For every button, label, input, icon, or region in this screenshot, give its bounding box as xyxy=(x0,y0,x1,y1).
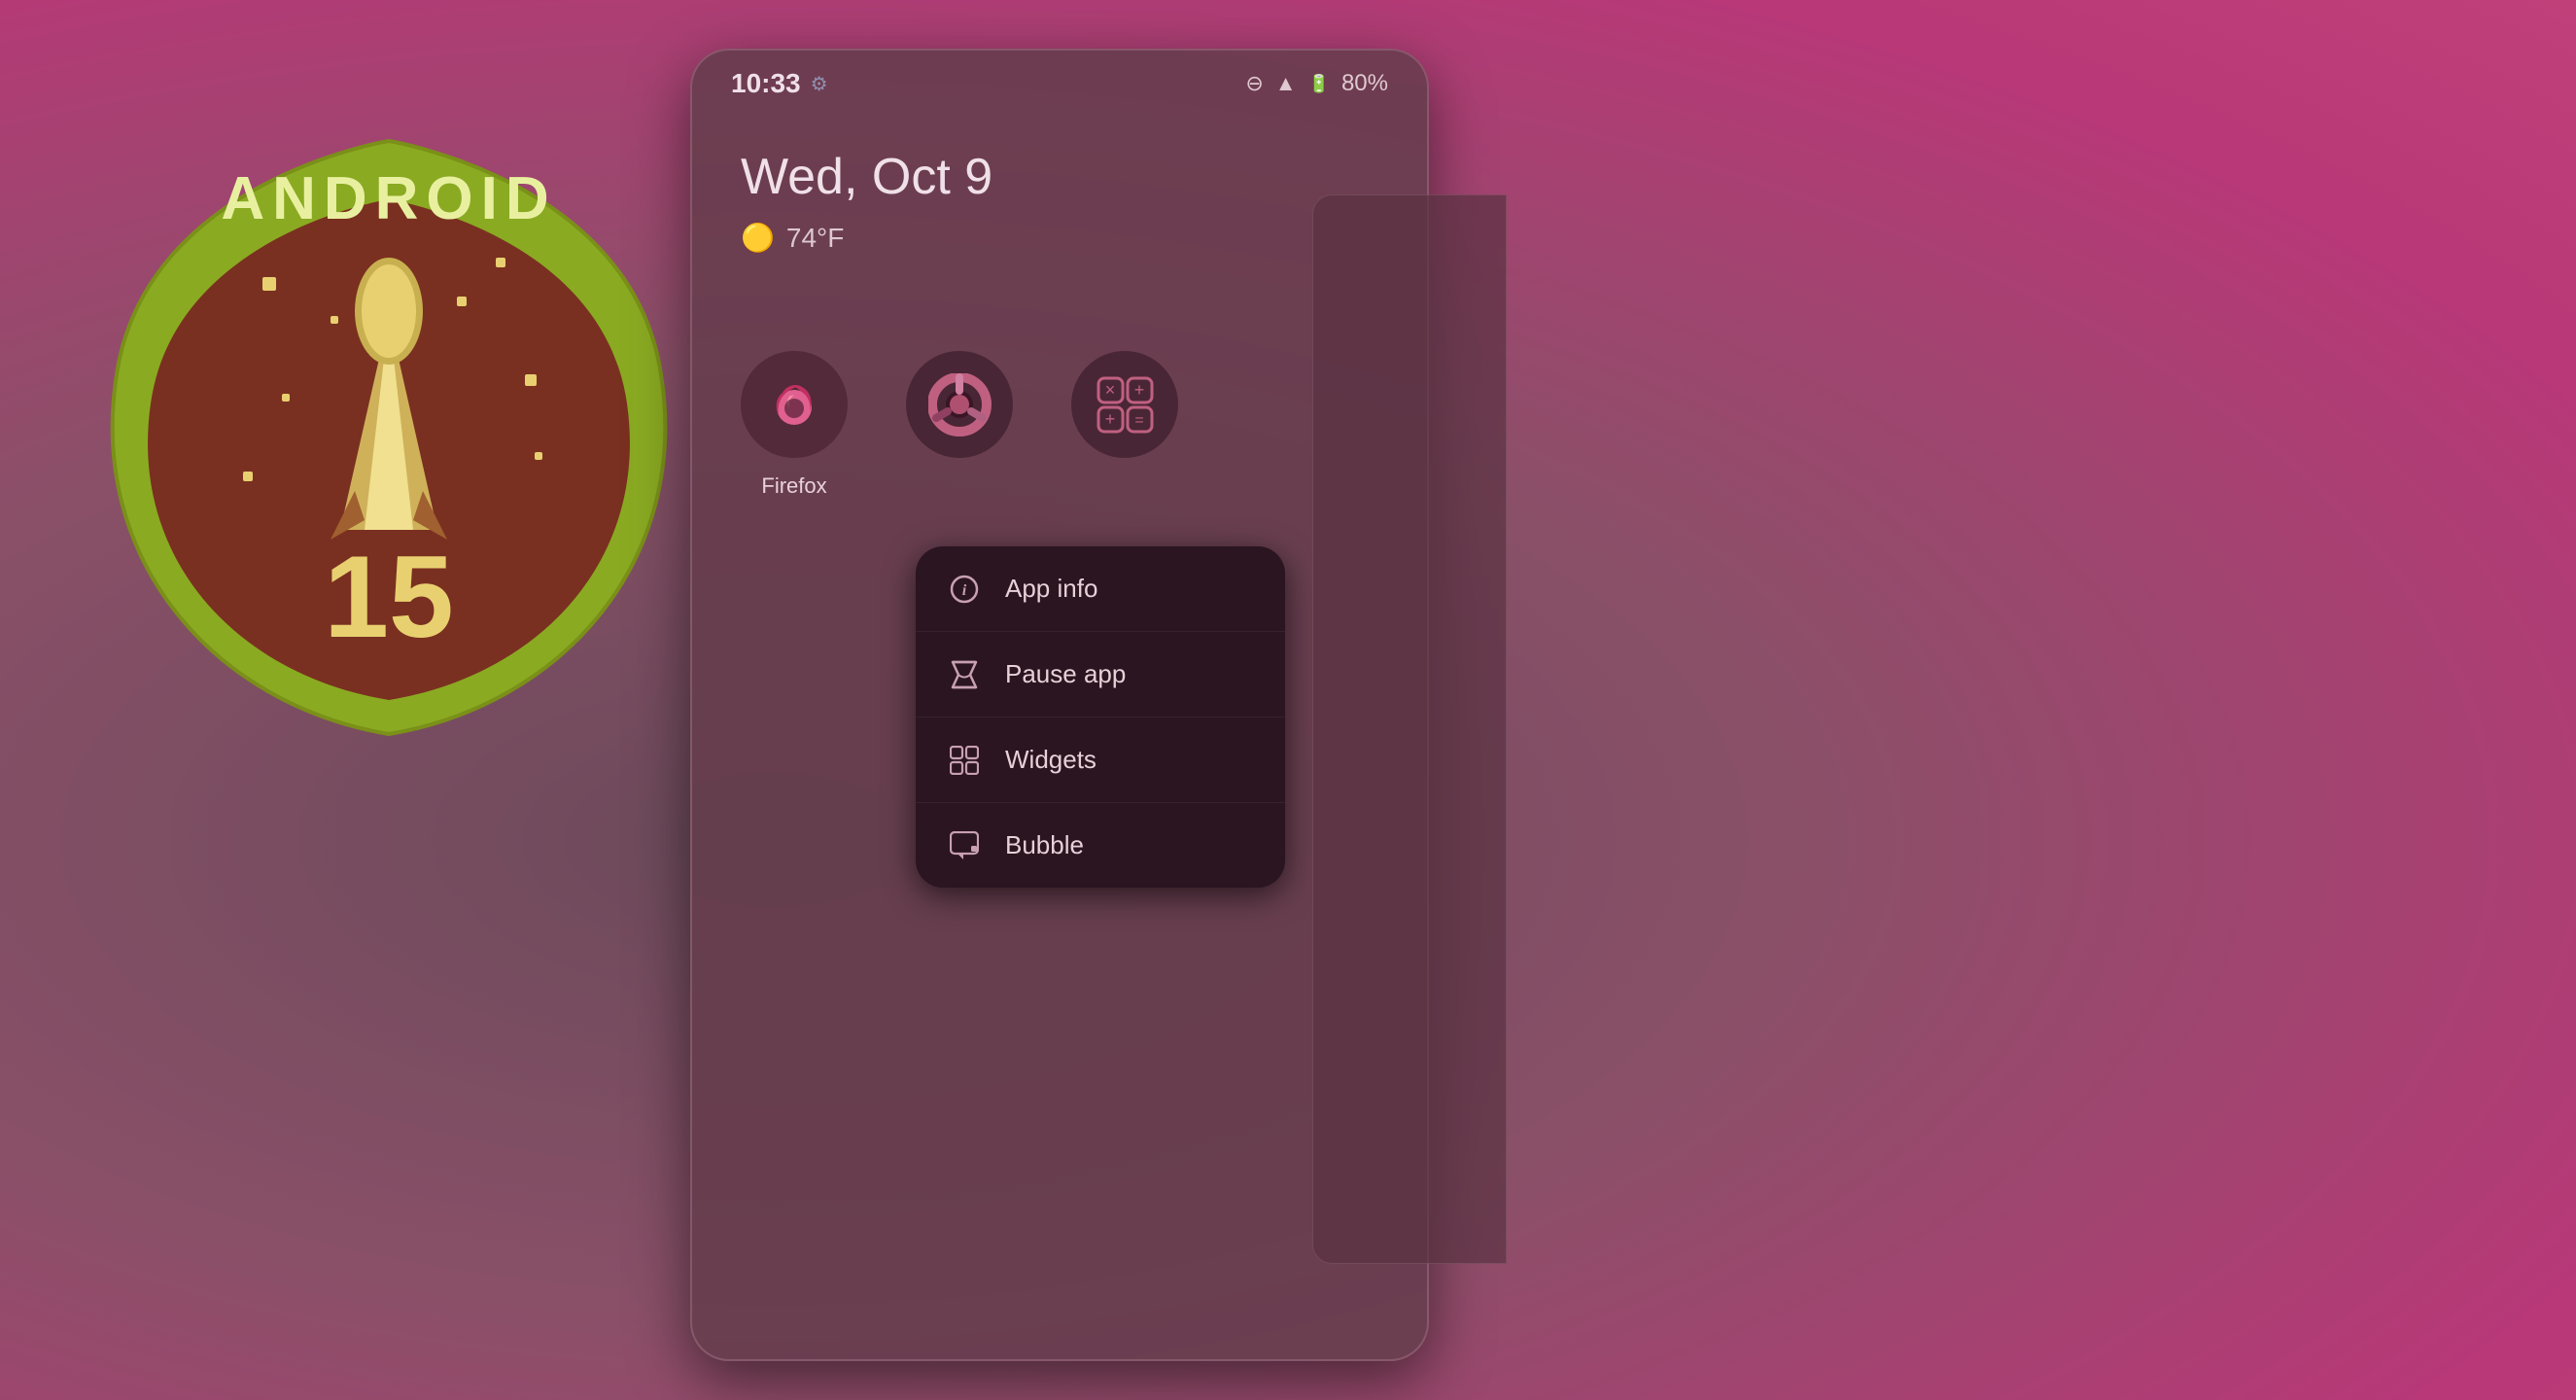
chrome-app-icon[interactable]: Chrome xyxy=(906,351,1013,499)
status-time: 10:33 xyxy=(731,68,801,99)
info-circle-icon: i xyxy=(950,575,979,604)
firefox-icon-circle xyxy=(741,351,848,458)
svg-text:i: i xyxy=(962,582,967,599)
wifi-icon: ▲ xyxy=(1275,71,1297,96)
android-badge: 15 ANDROID xyxy=(78,97,700,778)
context-menu-bubble[interactable]: Bubble xyxy=(916,803,1285,888)
hourglass-svg xyxy=(951,660,978,689)
bubble-label: Bubble xyxy=(1005,830,1084,860)
calc-icon-circle: × + + = xyxy=(1071,351,1178,458)
badge-svg: 15 ANDROID xyxy=(87,122,690,753)
weather-icon: 🟡 xyxy=(741,222,775,254)
firefox-label: Firefox xyxy=(761,473,826,499)
context-menu-widgets[interactable]: Widgets xyxy=(916,718,1285,803)
pause-app-label: Pause app xyxy=(1005,659,1126,689)
svg-text:+: + xyxy=(1133,380,1144,400)
status-left: 10:33 ⚙ xyxy=(731,68,828,99)
bubble-svg xyxy=(950,831,979,860)
svg-text:=: = xyxy=(1134,412,1143,429)
settings-icon: ⚙ xyxy=(811,72,828,96)
svg-text:ANDROID: ANDROID xyxy=(221,165,556,232)
weather-temperature: 74°F xyxy=(786,223,844,254)
svg-text:15: 15 xyxy=(324,532,453,662)
hourglass-icon xyxy=(947,660,982,689)
chrome-svg xyxy=(928,373,992,437)
second-phone-partial xyxy=(1312,194,1507,1264)
status-icons: ⊖ ▲ 🔋 80% xyxy=(1245,70,1388,97)
context-menu-app-info[interactable]: i App info xyxy=(916,546,1285,632)
widgets-icon xyxy=(947,746,982,775)
context-menu: i App info Pause app xyxy=(916,546,1285,888)
app-info-label: App info xyxy=(1005,574,1097,604)
do-not-disturb-icon: ⊖ xyxy=(1245,71,1263,96)
battery-percent: 80% xyxy=(1341,70,1388,97)
context-menu-pause-app[interactable]: Pause app xyxy=(916,632,1285,718)
date-display: Wed, Oct 9 xyxy=(741,148,1378,206)
firefox-app-icon[interactable]: Firefox xyxy=(741,351,848,499)
weather-row: 🟡 74°F xyxy=(741,222,1378,254)
chrome-icon-circle xyxy=(906,351,1013,458)
firefox-svg xyxy=(763,373,826,437)
info-icon: i xyxy=(947,575,982,604)
battery-icon: 🔋 xyxy=(1308,74,1330,94)
widgets-svg xyxy=(950,746,979,775)
bubble-icon xyxy=(947,831,982,860)
calc-svg: × + + = xyxy=(1094,373,1157,437)
calculator-app-icon[interactable]: × + + = Calculator xyxy=(1071,351,1178,499)
status-bar: 10:33 ⚙ ⊖ ▲ 🔋 80% xyxy=(692,51,1427,109)
svg-text:+: + xyxy=(1104,409,1115,429)
widgets-label: Widgets xyxy=(1005,745,1097,775)
svg-text:×: × xyxy=(1104,380,1115,400)
